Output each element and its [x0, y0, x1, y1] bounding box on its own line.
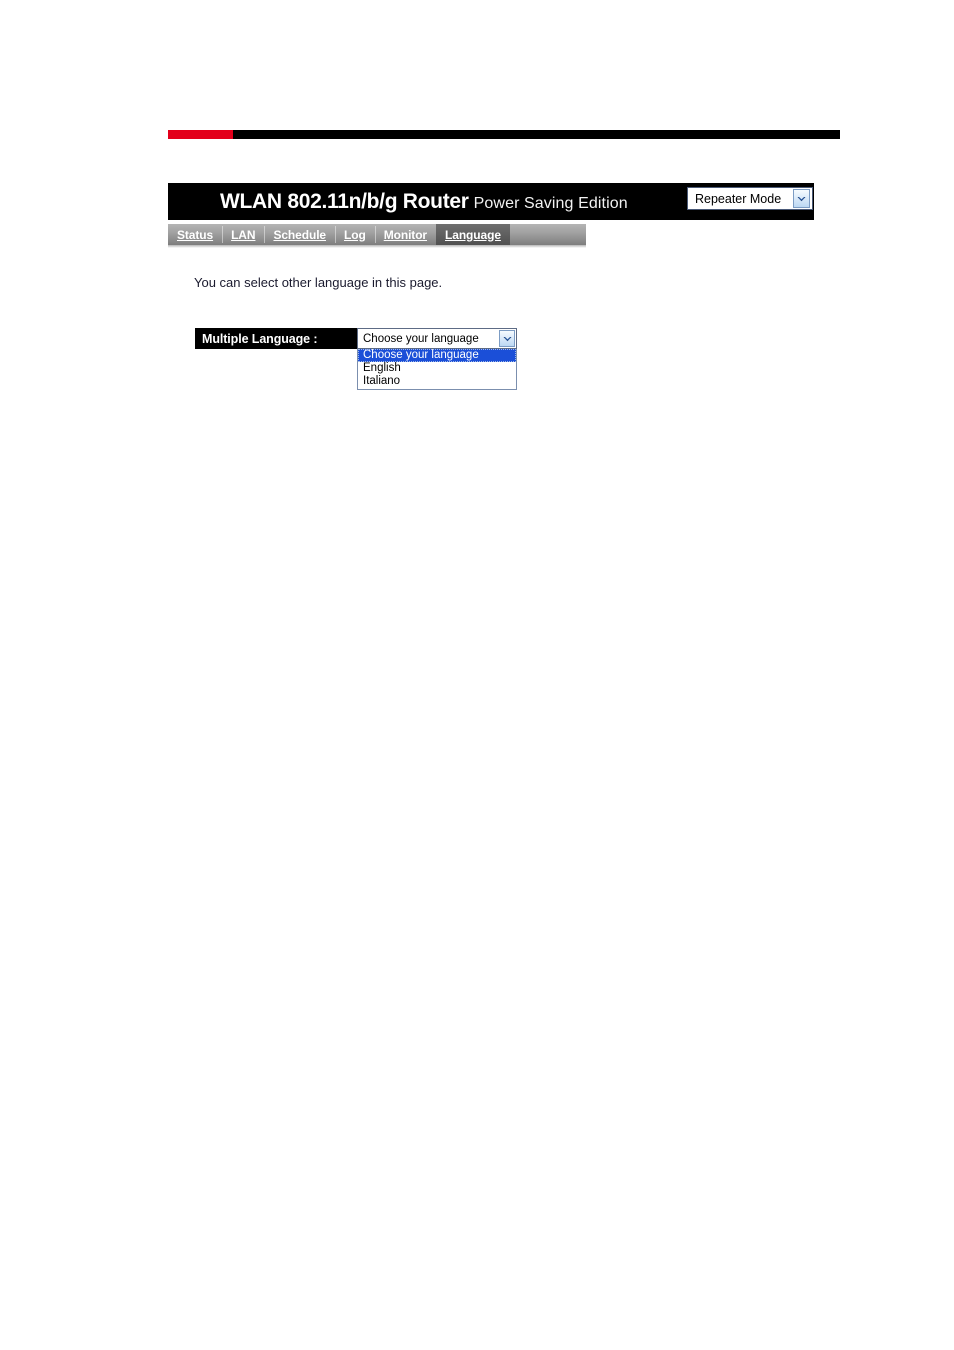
- language-option-italiano[interactable]: Italiano: [358, 375, 516, 388]
- chevron-down-icon[interactable]: [499, 330, 515, 347]
- language-select-value: Choose your language: [363, 332, 479, 345]
- nav-item-log[interactable]: Log: [335, 224, 375, 245]
- nav-label-monitor: Monitor: [383, 227, 428, 242]
- nav-item-schedule[interactable]: Schedule: [264, 224, 335, 245]
- nav-item-status[interactable]: Status: [168, 224, 222, 245]
- chevron-down-icon[interactable]: [793, 189, 810, 208]
- navigation-shadow: [168, 245, 586, 248]
- top-accent-rule: [168, 130, 840, 139]
- nav-label-log: Log: [344, 227, 366, 242]
- accent-rule-black-segment: [233, 130, 840, 139]
- main-navigation[interactable]: Status LAN Schedule Log Monitor Language: [168, 224, 586, 245]
- nav-label-language: Language: [445, 227, 501, 242]
- nav-item-lan[interactable]: LAN: [222, 224, 264, 245]
- nav-item-language[interactable]: Language: [436, 224, 510, 245]
- page-description: You can select other language in this pa…: [194, 275, 443, 290]
- nav-label-status: Status: [177, 227, 214, 242]
- nav-label-lan: LAN: [231, 227, 256, 242]
- language-option-choose[interactable]: Choose your language: [358, 349, 516, 362]
- nav-label-schedule: Schedule: [273, 227, 327, 242]
- brand-title: WLAN 802.11n/b/g Router Power Saving Edit…: [220, 191, 628, 212]
- multiple-language-label: Multiple Language :: [195, 328, 357, 349]
- brand-main-title: WLAN 802.11n/b/g Router: [220, 190, 469, 213]
- operation-mode-select[interactable]: Repeater Mode: [687, 187, 813, 210]
- brand-sub-title: Power Saving Edition: [473, 195, 628, 212]
- accent-rule-red-segment: [168, 130, 233, 139]
- multiple-language-row: Multiple Language : Choose your language…: [195, 328, 517, 390]
- language-option-english[interactable]: English: [358, 362, 516, 375]
- language-select-control[interactable]: Choose your language Choose your languag…: [357, 328, 517, 390]
- language-select[interactable]: Choose your language: [357, 328, 517, 349]
- nav-item-monitor[interactable]: Monitor: [374, 224, 436, 245]
- language-option-list[interactable]: Choose your language English Italiano: [357, 349, 517, 390]
- operation-mode-value: Repeater Mode: [695, 191, 782, 206]
